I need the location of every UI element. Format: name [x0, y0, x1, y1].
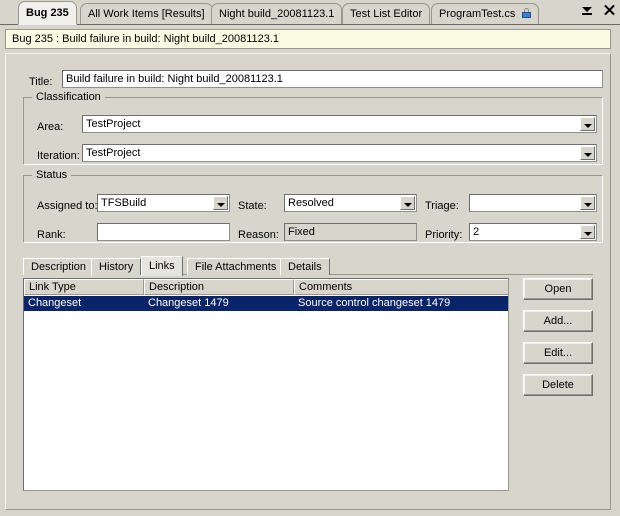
- doc-tab-bug-235[interactable]: Bug 235: [18, 1, 77, 25]
- open-link-button[interactable]: Open: [523, 278, 593, 300]
- status-group-label: Status: [32, 169, 71, 181]
- reason-value: Fixed: [284, 223, 417, 241]
- area-label: Area:: [37, 120, 63, 134]
- chevron-down-icon[interactable]: [581, 4, 594, 17]
- tab-file-attachments[interactable]: File Attachments: [187, 258, 284, 275]
- close-icon[interactable]: [603, 4, 616, 17]
- tab-links[interactable]: Links: [141, 256, 183, 276]
- assigned-to-combo[interactable]: TFSBuild: [97, 194, 230, 212]
- work-item-info-bar: Bug 235 : Build failure in build: Night …: [5, 29, 611, 49]
- chevron-down-icon[interactable]: [580, 196, 595, 210]
- tab-label: File Attachments: [195, 261, 276, 273]
- work-item-editor-window: Bug 235 All Work Items [Results] Night b…: [0, 0, 620, 516]
- priority-value: 2: [473, 226, 479, 238]
- doc-tab-label: Bug 235: [26, 7, 69, 19]
- reason-label: Reason:: [238, 228, 279, 242]
- table-row[interactable]: Changeset Changeset 1479 Source control …: [24, 296, 508, 311]
- classification-group-label: Classification: [32, 91, 105, 103]
- doc-tab-label: All Work Items [Results]: [88, 8, 205, 20]
- iteration-combo-value: TestProject: [86, 147, 140, 159]
- tab-strip-divider: [0, 24, 620, 25]
- links-list-header: Link Type Description Comments: [24, 279, 508, 295]
- chevron-down-icon[interactable]: [580, 225, 595, 239]
- work-item-form-panel: Title: Build failure in build: Night bui…: [5, 53, 611, 510]
- document-tab-strip: Bug 235 All Work Items [Results] Night b…: [0, 0, 620, 25]
- doc-tab-test-list-editor[interactable]: Test List Editor: [342, 3, 430, 24]
- doc-tab-label: ProgramTest.cs: [439, 8, 515, 20]
- rank-input[interactable]: [97, 223, 230, 241]
- tab-label: Description: [31, 261, 86, 273]
- doc-tab-label: Night build_20081123.1: [219, 8, 334, 20]
- state-value: Resolved: [288, 197, 334, 209]
- lock-icon: [522, 8, 531, 18]
- title-label: Title:: [29, 75, 52, 89]
- chevron-down-icon[interactable]: [580, 146, 595, 160]
- doc-tab-label: Test List Editor: [350, 8, 422, 20]
- info-bar-text: Bug 235 : Build failure in build: Night …: [12, 33, 279, 45]
- area-combo[interactable]: TestProject: [82, 115, 597, 133]
- delete-link-button[interactable]: Delete: [523, 374, 593, 396]
- state-label: State:: [238, 199, 267, 213]
- triage-combo[interactable]: [469, 194, 597, 212]
- rank-label: Rank:: [37, 228, 66, 242]
- chevron-down-icon[interactable]: [213, 196, 228, 210]
- column-header-link-type[interactable]: Link Type: [24, 279, 144, 295]
- column-header-description[interactable]: Description: [144, 279, 294, 295]
- cell-comments: Source control changeset 1479: [294, 296, 508, 311]
- doc-tab-program-test-cs[interactable]: ProgramTest.cs: [431, 3, 539, 24]
- assigned-to-value: TFSBuild: [101, 197, 146, 209]
- assigned-to-label: Assigned to:: [37, 199, 98, 213]
- tab-label: History: [99, 261, 133, 273]
- area-combo-value: TestProject: [86, 118, 140, 130]
- doc-tab-all-work-items[interactable]: All Work Items [Results]: [80, 3, 213, 24]
- work-item-form-inner: Title: Build failure in build: Night bui…: [7, 55, 609, 508]
- tab-history[interactable]: History: [91, 258, 141, 275]
- tab-label: Links: [149, 260, 175, 272]
- tab-details[interactable]: Details: [280, 258, 330, 275]
- iteration-label: Iteration:: [37, 149, 80, 163]
- tab-label: Details: [288, 261, 322, 273]
- state-combo[interactable]: Resolved: [284, 194, 417, 212]
- chevron-down-icon[interactable]: [580, 117, 595, 131]
- add-link-button[interactable]: Add...: [523, 310, 593, 332]
- triage-label: Triage:: [425, 199, 459, 213]
- priority-combo[interactable]: 2: [469, 223, 597, 241]
- tab-strip-buttons: [581, 4, 616, 17]
- edit-link-button[interactable]: Edit...: [523, 342, 593, 364]
- priority-label: Priority:: [425, 228, 462, 242]
- cell-link-type: Changeset: [24, 296, 144, 311]
- chevron-down-icon[interactable]: [400, 196, 415, 210]
- cell-description: Changeset 1479: [144, 296, 294, 311]
- column-header-comments[interactable]: Comments: [294, 279, 508, 295]
- title-input[interactable]: Build failure in build: Night build_2008…: [62, 70, 603, 88]
- tab-description[interactable]: Description: [23, 258, 94, 275]
- links-list-view[interactable]: Link Type Description Comments Changeset…: [23, 278, 509, 491]
- doc-tab-night-build[interactable]: Night build_20081123.1: [211, 3, 342, 24]
- iteration-combo[interactable]: TestProject: [82, 144, 597, 162]
